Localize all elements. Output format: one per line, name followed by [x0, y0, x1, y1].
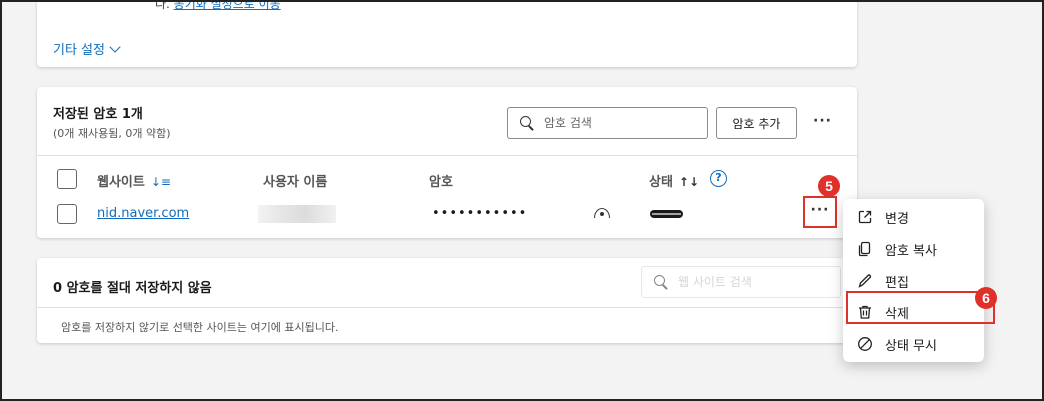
trash-icon [857, 304, 873, 320]
site-search-input[interactable] [678, 275, 828, 289]
other-settings-toggle[interactable]: 기타 설정 [53, 39, 121, 58]
sync-note-prefix: 다. [155, 0, 174, 11]
menu-item-change[interactable]: 변경 [843, 202, 984, 232]
saved-passwords-card: 저장된 암호 1개 (0개 재사용됨, 0개 약함) 암호 추가 ··· 웹사이… [37, 87, 857, 238]
menu-item-edit[interactable]: 편집 [843, 266, 984, 296]
menu-item-copy-password[interactable]: 암호 복사 [843, 234, 984, 264]
column-website-label: 웹사이트 [97, 175, 145, 190]
chevron-down-icon [109, 40, 121, 53]
more-options-icon[interactable]: ··· [813, 113, 832, 129]
password-search-box[interactable] [507, 107, 708, 139]
sort-descending-icon: ↓≡ [150, 175, 171, 189]
column-status-label: 상태 [649, 175, 673, 190]
never-saved-divider [37, 307, 857, 308]
other-settings-label: 기타 설정 [53, 43, 105, 58]
password-strength-bar [650, 210, 683, 218]
add-password-button[interactable]: 암호 추가 [716, 107, 797, 139]
sync-note: 다. 동기화 설정으로 이동 [155, 0, 281, 12]
row-context-menu: 변경 암호 복사 편집 삭제 상태 무시 [843, 199, 984, 362]
help-icon[interactable]: ? [710, 170, 727, 187]
menu-item-ignore-status[interactable]: 상태 무시 [843, 329, 984, 359]
site-search-box[interactable] [641, 266, 841, 298]
menu-item-delete[interactable]: 삭제 [843, 297, 984, 327]
column-password: 암호 [429, 175, 453, 190]
menu-item-label: 삭제 [885, 306, 909, 322]
menu-item-label: 암호 복사 [885, 243, 937, 259]
column-username: 사용자 이름 [263, 175, 328, 190]
sort-updown-icon: ↑↓ [678, 175, 700, 189]
select-all-checkbox[interactable] [57, 169, 77, 189]
menu-item-label: 변경 [885, 211, 909, 227]
step-badge-5: 5 [818, 175, 840, 197]
password-masked: ••••••••••• [432, 206, 528, 221]
search-icon [520, 116, 534, 130]
step-badge-6: 6 [975, 287, 997, 309]
search-icon [654, 275, 668, 289]
pencil-icon [857, 273, 873, 289]
open-external-icon [857, 209, 873, 225]
password-search-input[interactable] [544, 116, 694, 130]
header-divider [37, 155, 857, 156]
saved-passwords-title: 저장된 암호 1개 [53, 107, 143, 122]
saved-passwords-subtitle: (0개 재사용됨, 0개 약함) [53, 127, 171, 140]
username-redacted [258, 205, 336, 223]
never-saved-card: 0 암호를 절대 저장하지 않음 암호를 저장하지 않기로 선택한 사이트는 여… [37, 258, 857, 343]
sync-settings-link[interactable]: 동기화 설정으로 이동 [174, 0, 281, 11]
never-saved-note: 암호를 저장하지 않기로 선택한 사이트는 여기에 표시됩니다. [61, 321, 339, 334]
column-status[interactable]: 상태 ↑↓ [649, 171, 699, 190]
never-saved-title: 0 암호를 절대 저장하지 않음 [53, 281, 212, 296]
row-checkbox[interactable] [57, 204, 77, 224]
menu-item-label: 상태 무시 [885, 338, 937, 354]
site-link[interactable]: nid.naver.com [97, 206, 189, 221]
sync-settings-card: 다. 동기화 설정으로 이동 기타 설정 [37, 0, 857, 67]
prohibited-icon [857, 336, 873, 352]
menu-item-label: 편집 [885, 275, 909, 291]
copy-icon [857, 241, 873, 257]
row-more-options-button[interactable]: ··· [803, 196, 837, 228]
column-website[interactable]: 웹사이트 ↓≡ [97, 171, 171, 190]
